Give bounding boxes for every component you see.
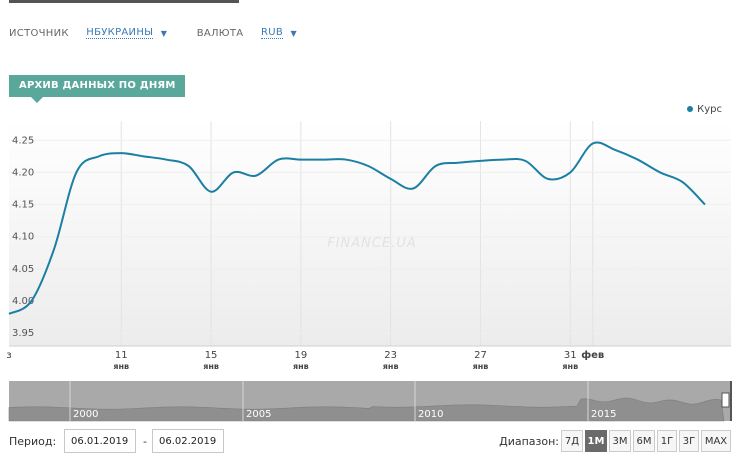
watermark: FINANCE.UA <box>327 236 417 251</box>
range-button[interactable]: 1Г <box>657 430 677 452</box>
x-tick-sublabel: янв <box>562 362 578 371</box>
x-tick-sublabel: янв <box>203 362 219 371</box>
range-button[interactable]: 3М <box>609 430 631 452</box>
navigator-year-label: 2010 <box>418 409 443 420</box>
range-label: Диапазон: <box>499 435 559 448</box>
range-button[interactable]: 7Д <box>561 430 583 452</box>
time-navigator[interactable]: 2000 2005 2010 2015 <box>8 381 732 422</box>
period-from-input[interactable] <box>64 429 136 453</box>
navigator-handle[interactable] <box>721 392 730 408</box>
period-to-input[interactable] <box>152 429 224 453</box>
navigator-year-label: 2005 <box>246 409 271 420</box>
period-label: Период: <box>9 435 57 448</box>
x-tick-sublabel: янв <box>473 362 489 371</box>
period-separator: - <box>143 435 147 448</box>
period-bar: Период: - Диапазон: 7Д1М3М6М1Г3ГMAX <box>9 429 731 455</box>
x-tick-label: 11 <box>115 350 128 361</box>
plot-background <box>9 121 731 346</box>
y-tick-label: 4.05 <box>12 264 34 275</box>
x-tick-label: 15 <box>205 350 218 361</box>
x-tick-sublabel: янв <box>293 362 309 371</box>
rate-chart[interactable]: FINANCE.UA 3.954.004.054.104.154.204.25 … <box>0 0 739 459</box>
range-selector: Диапазон: 7Д 1М 3М 6М 1Г 3Г MAX <box>491 429 731 455</box>
x-tick-label: фев <box>581 349 604 361</box>
navigator-year-label: 2015 <box>591 409 616 420</box>
y-tick-label: 3.95 <box>12 328 34 339</box>
navigator-year-label: 2000 <box>73 409 98 420</box>
x-tick-label: 27 <box>474 350 487 361</box>
x-tick-label: 19 <box>295 350 308 361</box>
y-tick-label: 4.20 <box>12 167 34 178</box>
x-tick-sublabel: янв <box>383 362 399 371</box>
x-tick-label: 23 <box>384 350 397 361</box>
plot-area <box>9 121 731 346</box>
range-button[interactable]: 3Г <box>679 430 699 452</box>
x-axis: з 11янв15янв19янв23янв27янв31янвфев <box>6 349 604 371</box>
range-button[interactable]: MAX <box>701 430 731 452</box>
x-tick-sublabel: янв <box>113 362 129 371</box>
range-button[interactable]: 6М <box>633 430 655 452</box>
y-tick-label: 4.15 <box>12 200 34 211</box>
y-tick-label: 4.10 <box>12 232 34 243</box>
x-tick-label: з <box>6 350 11 361</box>
y-tick-label: 4.25 <box>12 135 34 146</box>
range-button[interactable]: 1М <box>585 430 607 452</box>
x-tick-label: 31 <box>564 350 577 361</box>
